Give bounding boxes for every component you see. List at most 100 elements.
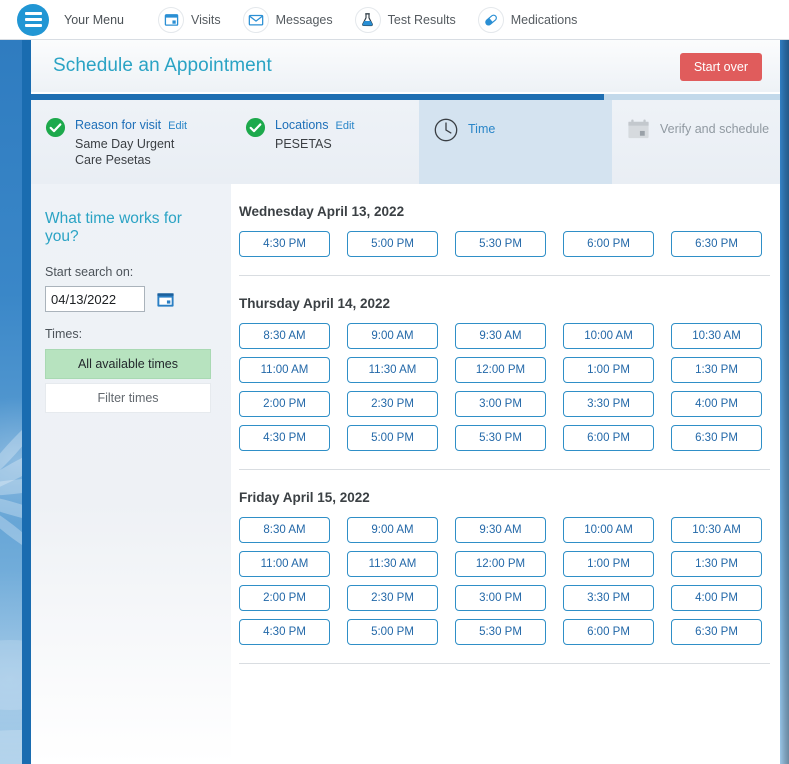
time-slot-button[interactable]: 6:00 PM [563,425,654,451]
all-available-times-button[interactable]: All available times [45,349,211,379]
time-slot-button[interactable]: 5:00 PM [347,619,438,645]
time-slot-button[interactable]: 2:00 PM [239,585,330,611]
step-name: Locations Edit [275,118,354,132]
step-name: Reason for visit Edit [75,118,187,132]
time-slot-button[interactable]: 9:30 AM [455,517,546,543]
time-slot-button[interactable]: 10:30 AM [671,323,762,349]
time-slot-button[interactable]: 10:30 AM [671,517,762,543]
start-over-button[interactable]: Start over [679,53,762,81]
top-navigation-bar: Your Menu Visits Messages Test Results M… [0,0,789,40]
time-slot-button[interactable]: 6:30 PM [671,231,762,257]
nav-label: Visits [191,12,221,27]
time-slot-button[interactable]: 5:00 PM [347,231,438,257]
start-search-label: Start search on: [45,265,134,279]
step-value: Same Day Urgent Care Pesetas [75,137,175,167]
nav-label: Messages [275,12,333,27]
time-slot-button[interactable]: 3:30 PM [563,585,654,611]
time-slot-button[interactable]: 11:00 AM [239,357,330,383]
envelope-icon [242,6,269,33]
time-slot-button[interactable]: 6:00 PM [563,619,654,645]
time-slot-button[interactable]: 1:00 PM [563,551,654,577]
edit-link[interactable]: Edit [336,120,355,132]
time-slot-button[interactable]: 12:00 PM [455,357,546,383]
time-slot-button[interactable]: 4:30 PM [239,619,330,645]
menu-button[interactable] [10,0,56,40]
nav-label: Test Results [387,12,456,27]
step-name-text: Reason for visit [75,118,162,132]
time-slot-button[interactable]: 5:00 PM [347,425,438,451]
day-heading: Friday April 15, 2022 [239,490,370,505]
time-slot-button[interactable]: 2:30 PM [347,391,438,417]
time-slot-button[interactable]: 5:30 PM [455,619,546,645]
time-slot-button[interactable]: 5:30 PM [455,231,546,257]
time-slot-button[interactable]: 6:30 PM [671,619,762,645]
time-slot-button[interactable]: 3:00 PM [455,585,546,611]
menu-label: Your Menu [64,12,124,27]
hamburger-icon[interactable] [17,3,49,36]
start-date-input[interactable] [45,286,145,312]
time-slot-button[interactable]: 10:00 AM [563,517,654,543]
edit-link[interactable]: Edit [168,120,187,132]
time-slot-button[interactable]: 2:00 PM [239,391,330,417]
date-picker-row [45,286,217,312]
nav-label: Medications [510,12,578,27]
day-block: Friday April 15, 2022 8:30 AM 9:00 AM 9:… [239,470,770,664]
slot-grid: 8:30 AM 9:00 AM 9:30 AM 10:00 AM 10:30 A… [239,323,762,451]
nav-item-test-results[interactable]: Test Results [354,6,456,33]
card-left-accent-stripe [22,40,31,764]
day-heading: Thursday April 14, 2022 [239,296,391,311]
day-divider [239,663,770,664]
check-circle-icon [45,117,66,143]
slot-grid: 4:30 PM 5:00 PM 5:30 PM 6:00 PM 6:30 PM [239,231,762,257]
step-reason-for-visit[interactable]: Reason for visit Edit Same Day Urgent Car… [31,100,231,184]
filter-times-button[interactable]: Filter times [45,383,211,413]
time-slot-button[interactable]: 4:00 PM [671,391,762,417]
calendar-picker-icon[interactable] [155,289,175,309]
time-slot-button[interactable]: 3:00 PM [455,391,546,417]
time-slot-button[interactable]: 5:30 PM [455,425,546,451]
time-slot-button[interactable]: 1:30 PM [671,551,762,577]
check-circle-icon [245,117,266,143]
time-slot-button[interactable]: 9:30 AM [455,323,546,349]
time-slot-button[interactable]: 9:00 AM [347,517,438,543]
slot-grid: 8:30 AM 9:00 AM 9:30 AM 10:00 AM 10:30 A… [239,517,762,645]
time-slot-button[interactable]: 1:00 PM [563,357,654,383]
calendar-icon [158,6,184,33]
step-time[interactable]: Time [419,100,612,184]
page-title: Schedule an Appointment [53,55,272,76]
time-slot-button[interactable]: 3:30 PM [563,391,654,417]
day-heading: Wednesday April 13, 2022 [239,204,405,219]
page-right-shadow [780,40,789,764]
time-slot-button[interactable]: 9:00 AM [347,323,438,349]
time-slot-button[interactable]: 2:30 PM [347,585,438,611]
time-slot-button[interactable]: 11:30 AM [347,357,438,383]
content-area: What time works for you? Start search on… [31,184,780,764]
time-filter-sidebar: What time works for you? Start search on… [31,184,231,764]
time-slot-button[interactable]: 4:00 PM [671,585,762,611]
time-slot-button[interactable]: 10:00 AM [563,323,654,349]
time-slot-button[interactable]: 8:30 AM [239,323,330,349]
pills-icon [477,6,504,33]
flask-icon [354,6,381,33]
time-slot-button[interactable]: 4:30 PM [239,231,330,257]
time-slot-button[interactable]: 1:30 PM [671,357,762,383]
time-slot-button[interactable]: 11:00 AM [239,551,330,577]
clock-icon [433,117,459,148]
step-indicator: Reason for visit Edit Same Day Urgent Car… [31,100,780,184]
step-name: Verify and schedule [660,122,770,136]
time-slot-button[interactable]: 6:30 PM [671,425,762,451]
step-value: PESETAS [275,137,332,151]
step-locations[interactable]: Locations Edit PESETAS [231,100,419,184]
nav-item-messages[interactable]: Messages [242,6,333,33]
time-slot-button[interactable]: 6:00 PM [563,231,654,257]
time-slot-button[interactable]: 11:30 AM [347,551,438,577]
nav-item-visits[interactable]: Visits [158,6,221,33]
time-slot-button[interactable]: 8:30 AM [239,517,330,543]
time-slot-button[interactable]: 4:30 PM [239,425,330,451]
nav-item-medications[interactable]: Medications [477,6,578,33]
page-header: Schedule an Appointment Start over [31,40,780,92]
calendar-outline-icon [626,117,651,147]
time-slot-button[interactable]: 12:00 PM [455,551,546,577]
step-verify-and-schedule[interactable]: Verify and schedule [612,100,780,184]
day-block: Thursday April 14, 2022 8:30 AM 9:00 AM … [239,276,770,470]
